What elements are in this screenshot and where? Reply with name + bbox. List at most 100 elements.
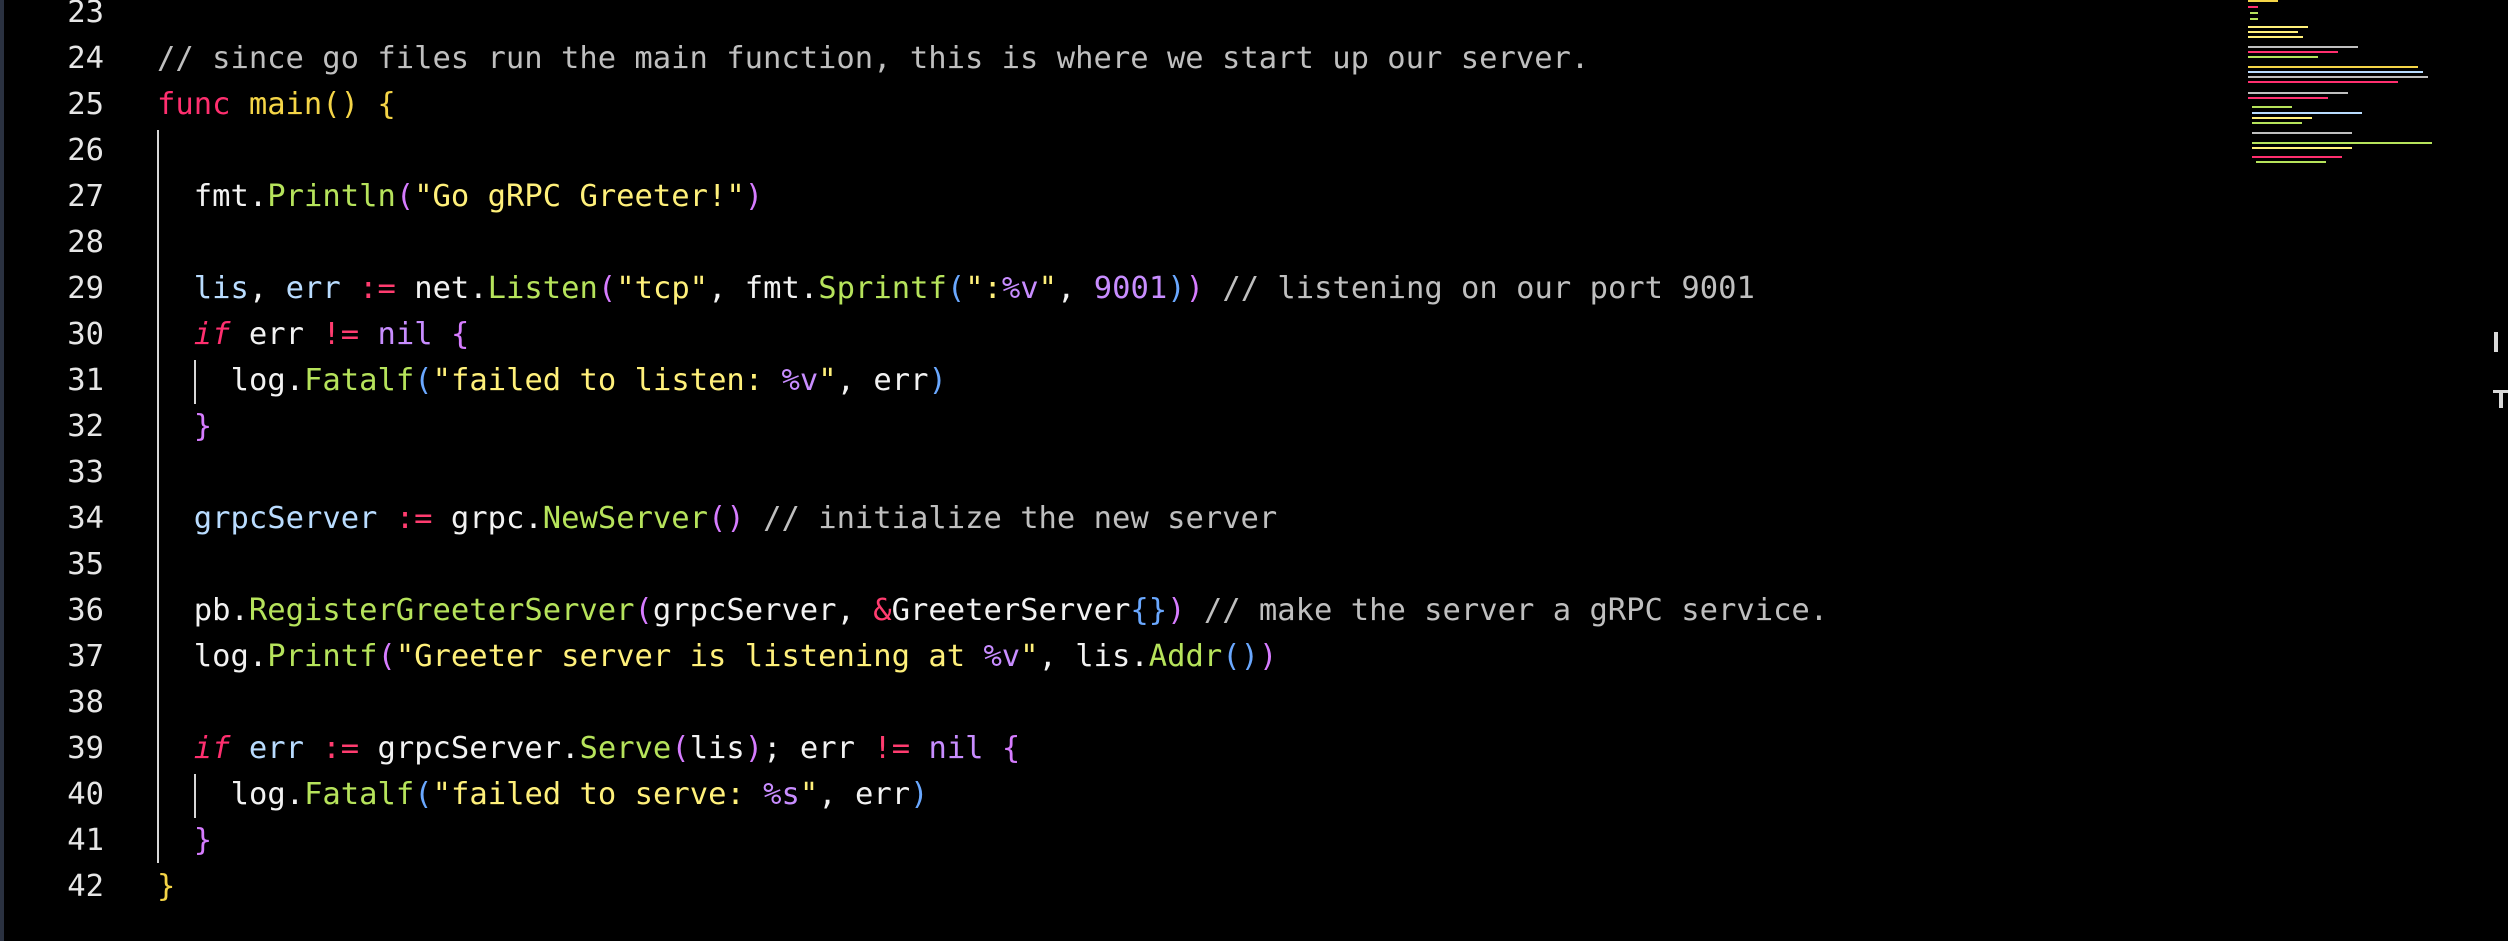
code-text[interactable]: if err := grpcServer.Serve(lis); err != …: [194, 726, 1021, 772]
line-number: 24: [67, 41, 104, 76]
code-line[interactable]: 29 lis, err := net.Listen("tcp", fmt.Spri…: [0, 266, 2230, 312]
code-token: Addr: [1148, 639, 1223, 674]
code-line[interactable]: 28: [0, 220, 2230, 266]
code-token: "Greeter server is listening at: [395, 639, 984, 674]
code-text[interactable]: log.Fatalf("failed to listen: %v", err): [231, 358, 947, 404]
code-line[interactable]: 37 log.Printf("Greeter server is listenin…: [0, 634, 2230, 680]
minimap-line: [2248, 66, 2418, 68]
code-token: &: [873, 593, 892, 628]
minimap-line: [2252, 122, 2302, 124]
code-token: ): [1185, 271, 1204, 306]
line-number: 29: [67, 271, 104, 306]
line-number: 35: [67, 547, 104, 582]
code-token: log: [230, 777, 286, 812]
code-token: (: [634, 593, 653, 628]
code-line[interactable]: 34 grpcServer := grpc.NewServer() // init…: [0, 496, 2230, 542]
code-text[interactable]: pb.RegisterGreeterServer(grpcServer, &Gr…: [194, 588, 1828, 634]
code-token: .: [524, 501, 543, 536]
code-line[interactable]: 32}: [0, 404, 2230, 450]
code-line[interactable]: 25 func main() {: [0, 82, 2230, 128]
code-token: 9001: [1093, 271, 1168, 306]
code-token: err: [248, 731, 304, 766]
code-token: // make the server a gRPC service.: [1185, 593, 1829, 628]
minimap-line: [2252, 142, 2432, 144]
code-token: "failed to listen:: [432, 363, 782, 398]
code-text[interactable]: lis, err := net.Listen("tcp", fmt.Sprint…: [194, 266, 1755, 312]
code-line[interactable]: 35: [0, 542, 2230, 588]
code-token: grpcServer: [359, 731, 562, 766]
code-token: .: [561, 731, 580, 766]
minimap-line: [2250, 12, 2258, 14]
code-token: }: [193, 409, 213, 444]
code-token: (: [671, 731, 690, 766]
code-text[interactable]: log.Fatalf("failed to serve: %s", err): [231, 772, 929, 818]
line-number: 28: [67, 225, 104, 260]
code-token: grpc: [432, 501, 525, 536]
code-line[interactable]: 41}: [0, 818, 2230, 864]
code-token: Printf: [267, 639, 378, 674]
code-text[interactable]: // since go files run the main function,…: [157, 36, 1589, 82]
code-token: , lis: [1038, 639, 1131, 674]
code-line[interactable]: 23: [0, 0, 2230, 36]
minimap-line: [2248, 0, 2278, 2]
minimap-line: [2252, 106, 2292, 108]
code-line[interactable]: 33: [0, 450, 2230, 496]
code-token: %v: [781, 363, 819, 398]
code-token: .: [230, 593, 249, 628]
code-line[interactable]: 31 log.Fatalf("failed to listen: %v", err…: [0, 358, 2230, 404]
code-token: .: [285, 777, 305, 812]
code-line[interactable]: 40 log.Fatalf("failed to serve: %s", err): [0, 772, 2230, 818]
code-token: ,: [248, 271, 286, 306]
code-token: err: [230, 317, 323, 352]
line-number: 41: [67, 823, 104, 858]
code-token: func: [157, 87, 231, 122]
code-line[interactable]: 26: [0, 128, 2230, 174]
code-text[interactable]: log.Printf("Greeter server is listening …: [194, 634, 1278, 680]
indent-guide-main-body: [157, 130, 159, 863]
code-text[interactable]: fmt.Println("Go gRPC Greeter!"): [194, 174, 763, 220]
code-token: %v: [983, 639, 1021, 674]
code-token: .: [469, 271, 488, 306]
code-token: , err: [836, 363, 929, 398]
code-token: (): [322, 87, 360, 122]
minimap-line: [2248, 76, 2428, 78]
code-token: ): [1167, 271, 1186, 306]
code-text[interactable]: }: [157, 864, 175, 910]
code-text[interactable]: }: [194, 404, 212, 450]
line-number: 26: [67, 133, 104, 168]
code-text[interactable]: grpcServer := grpc.NewServer() // initia…: [194, 496, 1277, 542]
code-text[interactable]: }: [194, 818, 212, 864]
code-token: RegisterGreeterServer: [248, 593, 635, 628]
code-editor[interactable]: 23 24 // since go files run the main funct…: [0, 0, 2508, 941]
scrollbar-marker: [2499, 392, 2503, 408]
code-token: ": [1020, 639, 1039, 674]
code-line[interactable]: 38: [0, 680, 2230, 726]
code-token: }: [157, 869, 176, 904]
minimap-line: [2256, 161, 2326, 163]
code-text[interactable]: if err != nil {: [194, 312, 470, 358]
code-line[interactable]: 30 if err != nil {: [0, 312, 2230, 358]
code-text[interactable]: func main() {: [157, 82, 396, 128]
vertical-scrollbar[interactable]: [2486, 0, 2508, 941]
code-token: ,: [708, 271, 745, 306]
code-token: (: [946, 271, 966, 306]
code-token: (: [414, 777, 433, 812]
minimap-line: [2248, 71, 2423, 73]
code-line[interactable]: 24 // since go files run the main functio…: [0, 36, 2230, 82]
code-token: Fatalf: [304, 777, 415, 812]
code-line[interactable]: 42}: [0, 864, 2230, 910]
code-token: ": [1038, 271, 1058, 306]
code-token: Listen: [487, 271, 598, 306]
minimap[interactable]: [2238, 0, 2438, 941]
code-line[interactable]: 36 pb.RegisterGreeterServer(grpcServer, &…: [0, 588, 2230, 634]
code-line[interactable]: 27 fmt.Println("Go gRPC Greeter!"): [0, 174, 2230, 220]
code-token: "Go gRPC Greeter!": [414, 179, 745, 214]
code-token: .: [248, 179, 268, 214]
code-token: %s: [763, 777, 800, 812]
code-line[interactable]: 39 if err := grpcServer.Serve(lis); err !…: [0, 726, 2230, 772]
line-number: 40: [67, 777, 104, 812]
